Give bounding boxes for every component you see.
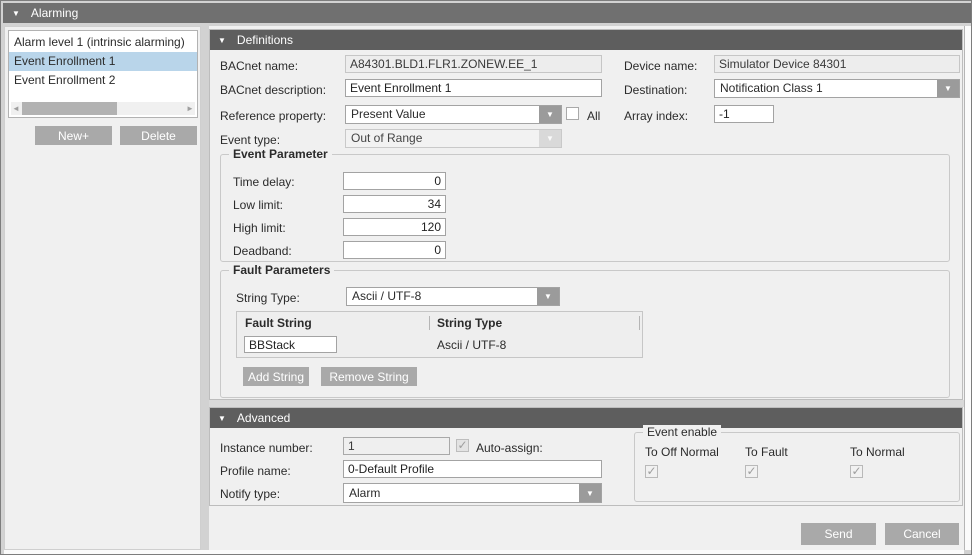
event-enable-group: Event enable To Off Normal ✓ To Fault ✓ … (634, 432, 960, 502)
string-type-cell: Ascii / UTF-8 (437, 338, 506, 352)
to-normal-label: To Normal (850, 445, 905, 459)
low-limit-label: Low limit: (233, 198, 283, 212)
advanced-header[interactable]: ▼ Advanced (210, 408, 962, 428)
bacnet-name-field (345, 55, 602, 73)
scroll-left-icon[interactable]: ◄ (11, 102, 21, 115)
alarm-list-panel: Alarm level 1 (intrinsic alarming) Event… (4, 26, 201, 550)
dropdown-arrow-icon[interactable]: ▼ (579, 484, 601, 502)
event-parameter-group: Event Parameter Time delay: Low limit: H… (220, 154, 950, 262)
notify-type-value: Alarm (344, 484, 579, 502)
window-title: Alarming (31, 6, 78, 20)
list-item-alarm-level-1[interactable]: Alarm level 1 (intrinsic alarming) (9, 33, 197, 52)
device-name-field (714, 55, 960, 73)
instance-number-label: Instance number: (220, 441, 313, 455)
collapse-icon: ▼ (218, 36, 226, 45)
column-divider (639, 316, 640, 330)
fault-parameters-group: Fault Parameters String Type: Ascii / UT… (220, 270, 950, 398)
dropdown-arrow-icon[interactable]: ▼ (537, 288, 559, 305)
auto-assign-checkbox: ✓ (456, 439, 469, 452)
bacnet-description-label: BACnet description: (220, 83, 326, 97)
event-type-dropdown: Out of Range ▼ (345, 129, 562, 148)
fault-string-table: Fault String String Type Ascii / UTF-8 (236, 311, 643, 358)
string-type-value: Ascii / UTF-8 (347, 288, 537, 305)
reference-property-dropdown[interactable]: Present Value ▼ (345, 105, 562, 124)
scroll-right-icon[interactable]: ► (185, 102, 195, 115)
to-fault-checkbox[interactable]: ✓ (745, 465, 758, 478)
remove-string-button[interactable]: Remove String (321, 367, 417, 386)
bacnet-description-field[interactable] (345, 79, 602, 97)
string-type-column-header: String Type (437, 316, 502, 330)
section-gap (209, 400, 964, 407)
delete-button[interactable]: Delete (120, 126, 197, 145)
bacnet-name-label: BACnet name: (220, 59, 298, 73)
horizontal-scrollbar-track[interactable] (4, 550, 964, 554)
new-button[interactable]: New+ (35, 126, 112, 145)
event-enable-title: Event enable (643, 425, 721, 439)
definitions-section: ▼ Definitions BACnet name: Device name: … (209, 29, 963, 400)
all-checkbox[interactable] (566, 107, 579, 120)
alarming-titlebar[interactable]: ▼ Alarming (3, 3, 971, 23)
deadband-label: Deadband: (233, 244, 292, 258)
profile-name-field[interactable] (343, 460, 602, 478)
add-string-button[interactable]: Add String (243, 367, 309, 386)
alarm-listbox: Alarm level 1 (intrinsic alarming) Event… (8, 30, 198, 118)
time-delay-field[interactable] (343, 172, 446, 190)
scrollbar-thumb[interactable] (22, 102, 117, 115)
event-parameter-title: Event Parameter (229, 147, 332, 161)
notify-type-dropdown[interactable]: Alarm ▼ (343, 483, 602, 503)
to-off-normal-checkbox[interactable]: ✓ (645, 465, 658, 478)
high-limit-label: High limit: (233, 221, 286, 235)
instance-number-field (343, 437, 450, 455)
time-delay-label: Time delay: (233, 175, 295, 189)
string-type-label: String Type: (236, 291, 300, 305)
destination-label: Destination: (624, 83, 687, 97)
profile-name-label: Profile name: (220, 464, 291, 478)
definitions-title: Definitions (237, 33, 293, 47)
send-button[interactable]: Send (801, 523, 876, 545)
column-divider (429, 316, 430, 330)
dropdown-arrow-icon[interactable]: ▼ (937, 80, 959, 97)
notify-type-label: Notify type: (220, 487, 280, 501)
destination-value: Notification Class 1 (715, 80, 937, 97)
array-index-field[interactable] (714, 105, 774, 123)
deadband-field[interactable] (343, 241, 446, 259)
dropdown-arrow-icon[interactable]: ▼ (539, 106, 561, 123)
destination-dropdown[interactable]: Notification Class 1 ▼ (714, 79, 960, 98)
auto-assign-label: Auto-assign: (476, 441, 543, 455)
vertical-scrollbar-track[interactable] (964, 26, 971, 550)
reference-property-label: Reference property: (220, 109, 326, 123)
device-name-label: Device name: (624, 59, 697, 73)
to-off-normal-label: To Off Normal (645, 445, 719, 459)
fault-parameters-title: Fault Parameters (229, 263, 334, 277)
dropdown-arrow-icon: ▼ (539, 130, 561, 147)
event-type-label: Event type: (220, 133, 280, 147)
list-item-event-enrollment-1[interactable]: Event Enrollment 1 (9, 52, 197, 71)
definitions-header[interactable]: ▼ Definitions (210, 30, 962, 50)
event-type-value: Out of Range (346, 130, 539, 147)
fault-string-cell-input[interactable] (244, 336, 337, 353)
to-normal-checkbox[interactable]: ✓ (850, 465, 863, 478)
reference-property-value: Present Value (346, 106, 539, 123)
high-limit-field[interactable] (343, 218, 446, 236)
collapse-icon: ▼ (12, 9, 20, 18)
alarming-window: ▼ Alarming Alarm level 1 (intrinsic alar… (0, 0, 972, 555)
list-item-event-enrollment-2[interactable]: Event Enrollment 2 (9, 71, 197, 90)
collapse-icon: ▼ (218, 414, 226, 423)
string-type-dropdown[interactable]: Ascii / UTF-8 ▼ (346, 287, 560, 306)
to-fault-label: To Fault (745, 445, 788, 459)
array-index-label: Array index: (624, 109, 688, 123)
advanced-section: ▼ Advanced Instance number: ✓ Auto-assig… (209, 407, 963, 506)
all-label: All (587, 109, 600, 123)
cancel-button[interactable]: Cancel (885, 523, 959, 545)
low-limit-field[interactable] (343, 195, 446, 213)
advanced-title: Advanced (237, 411, 290, 425)
list-horizontal-scrollbar[interactable]: ◄ ► (11, 102, 195, 115)
fault-string-column-header: Fault String (245, 316, 312, 330)
